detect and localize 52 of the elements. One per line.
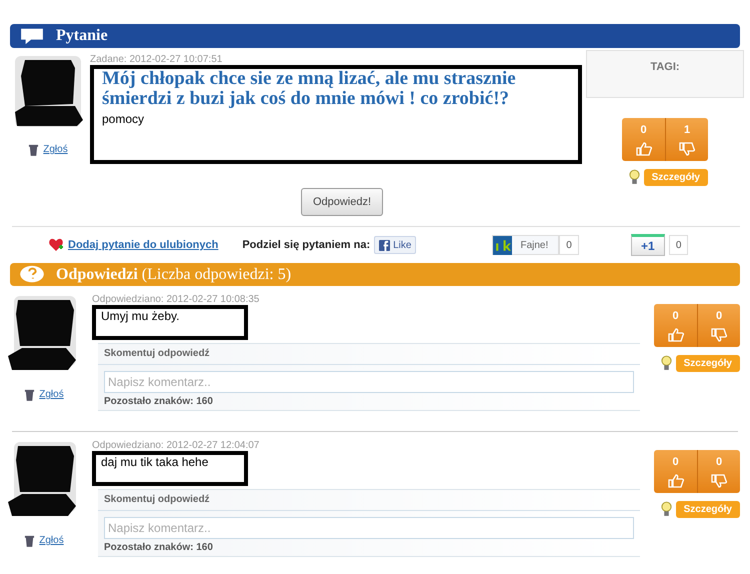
thumbs-down-icon: [679, 142, 695, 156]
question-date: Zadane: 2012-02-27 10:07:51: [90, 54, 224, 65]
thumbs-down-icon: [711, 474, 727, 488]
downvote-button[interactable]: 0: [697, 450, 740, 493]
nk-like-button[interactable]: Fajne!: [492, 235, 560, 255]
comment-input[interactable]: Napisz komentarz..: [104, 517, 634, 539]
report-link[interactable]: Zgłoś: [24, 388, 64, 401]
details-button[interactable]: Szczegóły: [676, 501, 740, 518]
upvote-button[interactable]: 0: [654, 304, 697, 347]
comment-heading: Skomentuj odpowiedź: [98, 494, 640, 511]
question-text: pomocy: [102, 112, 146, 126]
question-title: Mój chłopak chce sie ze mną lizać, ale mu strasznie śmierdzi z buzi jak coś do mnie mówi ! co zrobić!?: [102, 69, 517, 109]
report-link[interactable]: Zgłoś: [24, 534, 64, 547]
section-title: Pytanie: [56, 27, 108, 45]
details-button[interactable]: Szczegóły: [676, 355, 740, 372]
comment-heading: Skomentuj odpowiedź: [98, 348, 640, 365]
trash-icon: [28, 143, 40, 156]
thumbs-up-icon: [668, 328, 684, 342]
remaining-characters: Pozostało znaków: 160: [104, 542, 214, 553]
downvote-button[interactable]: 0: [697, 304, 740, 347]
thumbs-up-icon: [668, 474, 684, 488]
lightbulb-icon: [660, 501, 672, 518]
answer-date: Odpowiedziano: 2012-02-27 12:04:07: [92, 440, 260, 451]
facebook-icon: [379, 240, 390, 250]
heart-plus-icon: [48, 237, 64, 253]
trash-icon: [24, 388, 36, 401]
report-link[interactable]: Zgłoś: [28, 143, 68, 156]
comment-input[interactable]: Napisz komentarz..: [104, 371, 634, 393]
nk-logo-icon: [493, 236, 512, 254]
downvote-button[interactable]: 1: [665, 118, 708, 161]
trash-icon: [24, 534, 36, 547]
nk-like-count: 0: [559, 235, 579, 255]
upvote-button[interactable]: 0: [654, 450, 697, 493]
favorite-link[interactable]: Dodaj pytanie do ulubionych: [68, 239, 218, 251]
facebook-like-button[interactable]: Like: [374, 236, 416, 254]
google-plus-one-button[interactable]: +1: [630, 234, 665, 256]
lightbulb-icon: [628, 169, 640, 186]
share-label: Podziel się pytaniem na:: [242, 239, 370, 251]
answer-text: daj mu tik taka hehe: [101, 455, 208, 469]
speech-bubble-icon: [18, 26, 46, 46]
answers-title: Odpowiedzi (Liczba odpowiedzi: 5): [56, 266, 292, 284]
lightbulb-icon: [660, 355, 672, 372]
thumbs-up-icon: [636, 142, 652, 156]
answer-button[interactable]: Odpowiedz!: [301, 188, 383, 216]
answer-date: Odpowiedziano: 2012-02-27 10:08:35: [92, 294, 260, 305]
thumbs-down-icon: [711, 328, 727, 342]
answer-text: Umyj mu żeby.: [101, 309, 180, 323]
remaining-characters: Pozostało znaków: 160: [104, 396, 214, 407]
upvote-button[interactable]: 0: [622, 118, 665, 161]
details-button[interactable]: Szczegóły: [644, 169, 708, 186]
plus-one-count: 0: [668, 235, 688, 255]
tags-label: TAGI:: [650, 61, 680, 75]
